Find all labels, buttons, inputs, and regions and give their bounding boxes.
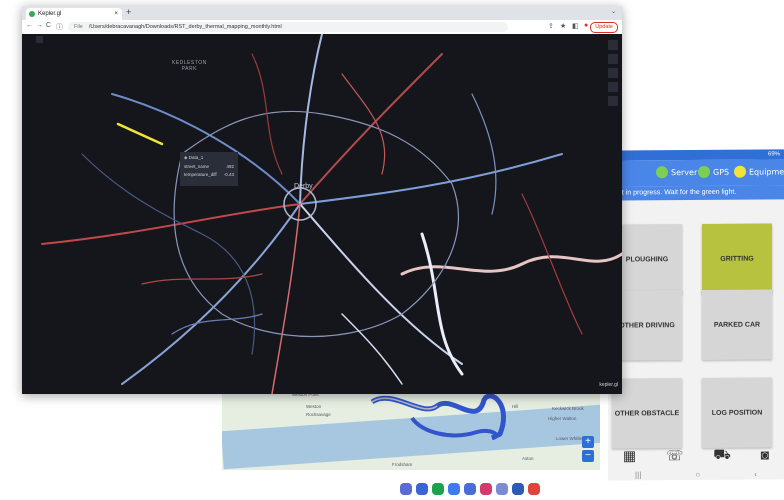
app-icon[interactable]	[512, 483, 524, 495]
camera-icon[interactable]: ◙	[761, 446, 769, 462]
phone-icon[interactable]: ☏	[666, 447, 684, 464]
new-tab-button[interactable]: +	[126, 7, 131, 17]
map-label: Aston	[522, 456, 534, 461]
map-tooltip: ◈ Data_1 street_name 492 temperature_dif…	[180, 152, 238, 186]
update-button[interactable]: Update	[590, 22, 618, 33]
reload-icon[interactable]: C	[46, 22, 51, 29]
chevron-down-icon[interactable]: ⌄	[611, 8, 616, 15]
browser-window: Kepler.gl × + ⌄ ← → C ⓘ File/Users/debra…	[22, 6, 622, 394]
equipment-status-dot	[734, 165, 746, 178]
map-label: Rocksavage	[306, 412, 331, 417]
parked-car-button[interactable]: PARKED CAR	[702, 289, 772, 360]
other-driving-button[interactable]: OTHER DRIVING	[612, 290, 682, 361]
sidebar-icon[interactable]: ◧	[572, 22, 579, 30]
legend-icon[interactable]	[608, 82, 618, 92]
profile-avatar[interactable]: ●	[584, 22, 588, 29]
tablet-app: 69% Server GPS Equipmen ent in progress.…	[608, 149, 784, 481]
tablet-bottom-nav: ▦ ☏ ⛟ ◙	[608, 441, 784, 468]
close-icon[interactable]: ×	[114, 8, 118, 20]
back-button[interactable]: ‹	[754, 469, 757, 478]
split-map-icon[interactable]	[608, 40, 618, 50]
tab-title: Kepler.gl	[38, 11, 62, 17]
app-icon[interactable]	[416, 483, 428, 495]
battery-level: 69%	[767, 151, 780, 158]
app-icon[interactable]	[496, 483, 508, 495]
info-icon[interactable]: ⓘ	[56, 22, 63, 32]
layer-toggle-icon[interactable]	[608, 54, 618, 64]
share-icon[interactable]: ⇪	[548, 22, 554, 30]
grid-icon[interactable]: ▦	[623, 447, 636, 464]
other-obstacle-button[interactable]: OTHER OBSTACLE	[612, 378, 682, 449]
kepler-favicon-icon	[29, 11, 35, 17]
equipment-status: Equipmen	[734, 165, 784, 178]
app-icon[interactable]	[448, 483, 460, 495]
server-status: Server	[656, 166, 697, 179]
park-label: KEDLESTON PARK	[172, 60, 207, 72]
zoom-in-button[interactable]: +	[582, 436, 594, 448]
server-status-dot	[656, 166, 668, 179]
url-text: /Users/debracavanagh/Downloads/RST_derby…	[88, 24, 282, 30]
zoom-out-button[interactable]: −	[582, 450, 594, 462]
gritting-button[interactable]: GRITTING	[702, 223, 772, 294]
back-icon[interactable]: ←	[26, 22, 33, 29]
tooltip-title: ◈ Data_1	[184, 155, 204, 160]
app-icon[interactable]	[480, 483, 492, 495]
locale-icon[interactable]	[608, 96, 618, 106]
forward-icon[interactable]: →	[36, 22, 43, 29]
app-icon[interactable]	[464, 483, 476, 495]
map-label: Lower Whitley	[556, 436, 585, 441]
map-label: Hill	[512, 404, 519, 409]
sidebar-toggle-icon[interactable]	[36, 36, 43, 43]
home-button[interactable]: ○	[695, 469, 700, 478]
route-overlay	[370, 393, 507, 441]
draw-icon[interactable]	[608, 68, 618, 78]
notice-banner: ent in progress. Wait for the green ligh…	[608, 185, 784, 201]
gps-status-dot	[698, 165, 710, 178]
address-bar: ← → C ⓘ File/Users/debracavanagh/Downloa…	[22, 20, 622, 35]
system-nav: ||| ○ ‹	[608, 467, 784, 480]
kepler-map[interactable]: KEDLESTON PARK Derby ◈ Data_1 street_nam…	[22, 34, 622, 394]
app-icon[interactable]	[432, 483, 444, 495]
tab-bar: Kepler.gl × + ⌄	[22, 6, 622, 20]
ploughing-button[interactable]: PLOUGHING	[612, 224, 682, 295]
url-scheme: File	[74, 24, 83, 30]
star-icon[interactable]: ★	[560, 22, 566, 30]
app-icon[interactable]	[528, 483, 540, 495]
truck-icon[interactable]: ⛟	[713, 445, 731, 464]
map-label: Weston	[306, 404, 322, 409]
tooltip-row: street_name 492	[184, 164, 234, 169]
road-network	[41, 34, 622, 394]
gps-status: GPS	[698, 165, 729, 178]
app-icon[interactable]	[400, 483, 412, 495]
city-label: Derby	[294, 183, 313, 190]
secondary-map[interactable]: Weston Point Weston Rocksavage Frodsham …	[222, 388, 600, 470]
attribution: kepler.gl	[599, 382, 618, 388]
tooltip-row: temperature_diff -0.43	[184, 172, 234, 177]
app-dock	[400, 483, 540, 495]
recents-button[interactable]: |||	[635, 470, 641, 479]
status-header: Server GPS Equipmen	[608, 159, 784, 187]
map-label: Frodsham	[392, 462, 413, 467]
browser-tab[interactable]: Kepler.gl ×	[26, 8, 122, 20]
url-input[interactable]: File/Users/debracavanagh/Downloads/RST_d…	[68, 22, 508, 32]
map-label: Keckwick Brook	[552, 406, 584, 411]
map-label: Higher Walton	[548, 416, 577, 421]
log-position-button[interactable]: LOG POSITION	[702, 377, 772, 448]
